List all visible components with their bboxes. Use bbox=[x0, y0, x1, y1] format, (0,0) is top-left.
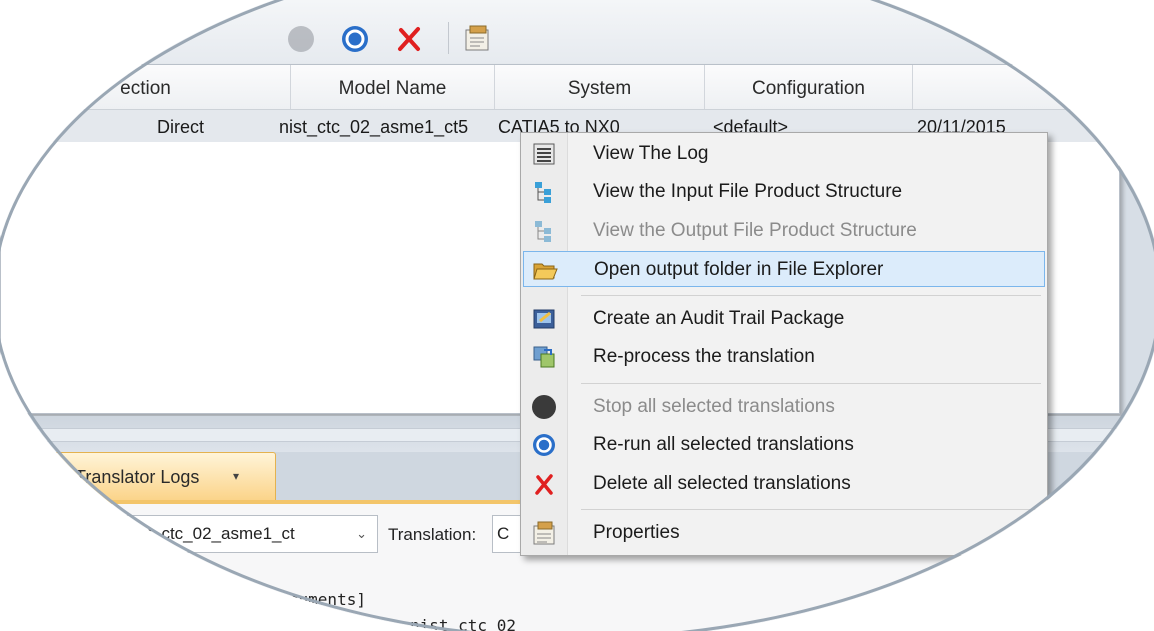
rerun-icon bbox=[531, 432, 557, 458]
log-line: nist_ctc_02_ bbox=[410, 616, 526, 631]
menu-item-label: Create an Audit Trail Package bbox=[593, 308, 845, 329]
menu-item-label: Properties bbox=[593, 522, 680, 543]
grid-header: ection Model Name System Configuration bbox=[1, 65, 1119, 110]
log-line: \Documents] bbox=[260, 590, 366, 609]
menu-separator bbox=[581, 509, 1041, 510]
menu-item-rerun-all[interactable]: Re-run all selected translations bbox=[523, 427, 1045, 463]
chevron-down-icon[interactable]: ▾ bbox=[233, 469, 239, 483]
tab-translator-logs[interactable]: Translator Logs ▾ bbox=[50, 452, 276, 500]
menu-item-create-audit-trail[interactable]: Create an Audit Trail Package bbox=[523, 301, 1045, 337]
menu-item-label: View the Output File Product Structure bbox=[593, 220, 917, 241]
cell-direction: Direct bbox=[157, 117, 205, 137]
column-header-system[interactable]: System bbox=[495, 65, 705, 109]
menu-item-properties[interactable]: Properties bbox=[523, 515, 1045, 551]
menu-item-open-output-folder[interactable]: Open output folder in File Explorer bbox=[523, 251, 1045, 287]
properties-icon bbox=[531, 520, 557, 546]
translation-label: Translation: bbox=[388, 525, 477, 544]
column-header-direction[interactable]: ection bbox=[1, 65, 291, 109]
menu-item-view-output-structure[interactable]: View the Output File Product Structure bbox=[523, 213, 1045, 249]
model-select-value: ist_ctc_02_asme1_ct bbox=[135, 524, 295, 543]
model-select[interactable]: ist_ctc_02_asme1_ct ⌄ bbox=[126, 515, 378, 553]
stop-icon bbox=[531, 394, 557, 420]
menu-item-label: Re-process the translation bbox=[593, 346, 815, 367]
menu-item-label: Open output folder in File Explorer bbox=[594, 259, 884, 280]
menu-item-label: Delete all selected translations bbox=[593, 473, 851, 494]
rerun-icon[interactable] bbox=[338, 22, 372, 56]
menu-item-view-input-structure[interactable]: View the Input File Product Structure bbox=[523, 174, 1045, 210]
menu-item-stop-all[interactable]: Stop all selected translations bbox=[523, 389, 1045, 425]
translation-select-value: C bbox=[497, 524, 510, 543]
menu-item-label: Stop all selected translations bbox=[593, 396, 835, 417]
menu-item-view-log[interactable]: View The Log bbox=[523, 136, 1045, 172]
delete-icon bbox=[531, 471, 557, 497]
delete-icon[interactable] bbox=[392, 22, 426, 56]
column-header-configuration[interactable]: Configuration bbox=[705, 65, 913, 109]
toolbar-separator bbox=[448, 22, 449, 54]
app-window: ection Model Name System Configuration D… bbox=[0, 0, 1154, 631]
menu-separator bbox=[581, 295, 1041, 296]
toolbar bbox=[0, 0, 1154, 65]
menu-separator bbox=[581, 383, 1041, 384]
tab-label: Translator Logs bbox=[75, 467, 200, 487]
structure-icon bbox=[531, 179, 557, 205]
properties-icon[interactable] bbox=[460, 22, 494, 56]
chevron-down-icon[interactable]: ⌄ bbox=[356, 516, 367, 552]
column-header-model-name[interactable]: Model Name bbox=[291, 65, 495, 109]
stop-icon[interactable] bbox=[284, 22, 318, 56]
menu-item-delete-all[interactable]: Delete all selected translations bbox=[523, 466, 1045, 502]
menu-item-label: View the Input File Product Structure bbox=[593, 181, 903, 202]
context-menu: View The Log View the Input File Product… bbox=[520, 132, 1048, 556]
menu-item-reprocess[interactable]: Re-process the translation bbox=[523, 339, 1045, 375]
cell-model-name: nist_ctc_02_asme1_ct5 bbox=[279, 117, 469, 137]
log-icon bbox=[531, 141, 557, 167]
menu-item-label: View The Log bbox=[593, 143, 709, 164]
menu-item-label: Re-run all selected translations bbox=[593, 434, 854, 455]
folder-icon bbox=[532, 257, 558, 283]
structure-icon bbox=[531, 218, 557, 244]
reprocess-icon bbox=[531, 344, 557, 370]
audit-icon bbox=[531, 306, 557, 332]
column-header-date[interactable] bbox=[913, 65, 1119, 109]
